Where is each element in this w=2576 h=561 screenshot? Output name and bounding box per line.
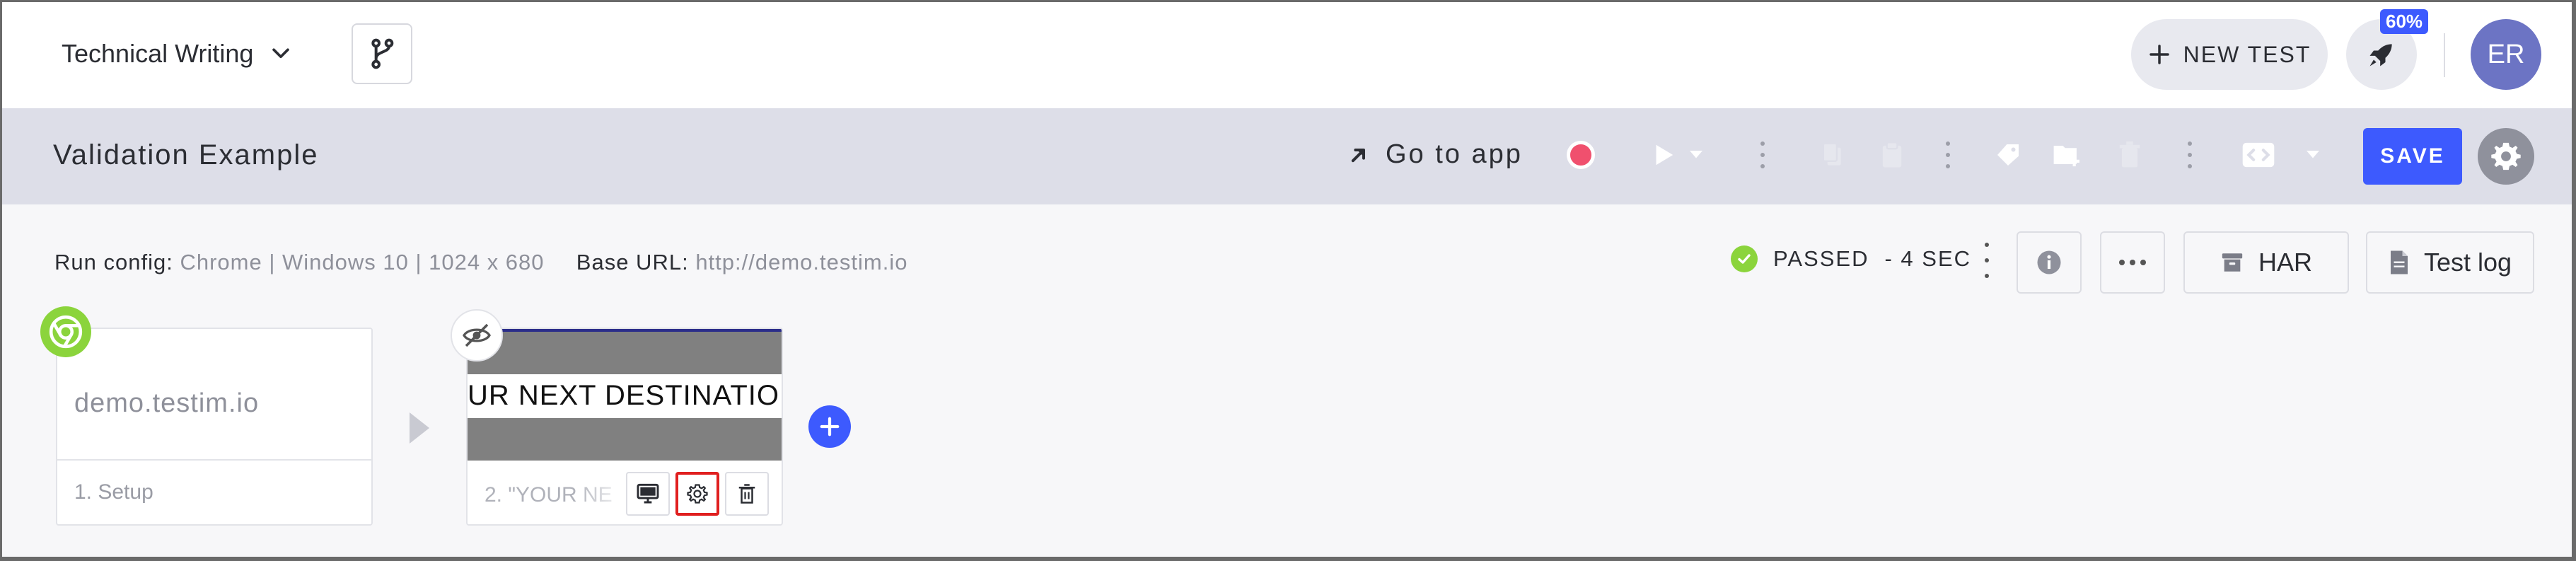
branch-button[interactable] [352, 23, 412, 84]
step-card-validation[interactable]: UR NEXT DESTINATIO 2. "YOUR NE [466, 328, 783, 526]
test-log-button[interactable]: Test log [2366, 231, 2534, 294]
delete-test-button[interactable] [2107, 132, 2152, 178]
more-options-button[interactable] [2100, 231, 2165, 294]
code-export-button[interactable] [2229, 132, 2288, 178]
arrow-up-right-icon [1351, 148, 1365, 162]
kebab-icon [2188, 141, 2192, 168]
chrome-icon [40, 306, 91, 357]
ellipsis-icon [2119, 260, 2146, 265]
top-bar: Technical Writing NEW TEST 60% ER [2, 2, 2572, 108]
more-menu-3[interactable] [2179, 132, 2200, 178]
rocket-icon [2369, 44, 2392, 66]
play-button[interactable] [1640, 132, 1686, 178]
new-test-label: NEW TEST [2183, 41, 2311, 67]
caret-down-icon [2307, 151, 2319, 158]
result-more-menu[interactable] [1978, 243, 1995, 278]
info-button[interactable] [2017, 231, 2082, 294]
step-screenshot-text: UR NEXT DESTINATIO [468, 380, 780, 411]
document-icon [2390, 250, 2408, 274]
folder-plus-icon [2053, 146, 2079, 167]
har-button[interactable]: HAR [2183, 231, 2349, 294]
add-to-folder-button[interactable] [2045, 132, 2090, 178]
step-screen-button[interactable] [626, 472, 670, 516]
notification-badge: 60% [2380, 9, 2429, 34]
test-header-bar: Validation Example Go to app SAVE [2, 108, 2572, 204]
kebab-icon [1946, 141, 1950, 168]
kebab-icon [1760, 141, 1765, 168]
caret-down-icon [1690, 151, 1702, 158]
step-delete-button[interactable] [725, 472, 769, 516]
copy-button[interactable] [1810, 132, 1855, 178]
step-arrow-icon [410, 412, 429, 444]
step-label: 1. Setup [74, 480, 153, 504]
paste-button[interactable] [1869, 132, 1915, 178]
har-label: HAR [2258, 248, 2312, 277]
save-button[interactable]: SAVE [2363, 128, 2462, 185]
tag-icon [1997, 144, 2019, 166]
record-icon [1567, 141, 1595, 169]
status-text: PASSED [1773, 246, 1869, 271]
step-url: demo.testim.io [74, 388, 260, 418]
step-settings-button[interactable] [675, 472, 719, 516]
more-menu-1[interactable] [1752, 132, 1773, 178]
project-selector[interactable]: Technical Writing [62, 39, 293, 69]
test-log-label: Test log [2423, 248, 2512, 277]
code-icon [2242, 142, 2275, 168]
record-button[interactable] [1558, 132, 1603, 178]
play-icon [1656, 144, 1673, 166]
divider [2444, 33, 2445, 77]
plus-icon [820, 417, 840, 436]
run-config: Run config: Chrome | Windows 10 | 1024 x… [54, 250, 907, 275]
git-branch-icon [371, 38, 394, 69]
hidden-eye-icon[interactable] [451, 309, 503, 362]
monitor-icon [637, 483, 659, 504]
test-name[interactable]: Validation Example [53, 139, 318, 171]
run-config-label: Run config: [54, 250, 173, 274]
label-button[interactable] [1985, 132, 2031, 178]
step-footer: 1. Setup [57, 459, 371, 524]
copy-icon [1822, 142, 1841, 166]
plus-icon [2149, 45, 2169, 64]
passed-check-icon [1731, 245, 1758, 272]
trash-icon [738, 484, 755, 504]
code-export-dropdown[interactable] [2301, 132, 2325, 178]
new-test-button[interactable]: NEW TEST [2131, 19, 2328, 90]
go-to-app-label: Go to app [1386, 139, 1523, 169]
app-window: Technical Writing NEW TEST 60% ER Valida… [0, 0, 2576, 561]
trash-icon [2119, 141, 2140, 168]
gear-icon [687, 484, 708, 504]
add-step-button[interactable] [808, 405, 851, 448]
go-to-app-button[interactable]: Go to app [1349, 139, 1523, 170]
step-card-setup[interactable]: demo.testim.io 1. Setup [56, 328, 373, 526]
base-url-label: Base URL: [576, 250, 689, 274]
avatar[interactable]: ER [2471, 19, 2541, 90]
test-result-status: PASSED - 4 SEC [1731, 245, 1971, 272]
base-url-value[interactable]: http://demo.testim.io [695, 250, 907, 274]
gear-icon [2491, 142, 2521, 170]
archive-icon [2222, 253, 2243, 272]
project-name: Technical Writing [62, 39, 254, 68]
clipboard-icon [1882, 141, 1902, 168]
duration-text: - 4 SEC [1884, 246, 1972, 271]
more-menu-2[interactable] [1937, 132, 1959, 178]
info-icon [2037, 250, 2061, 274]
chevron-down-icon [272, 48, 290, 59]
run-config-value: Chrome | Windows 10 | 1024 x 680 [180, 250, 545, 274]
test-settings-button[interactable] [2478, 128, 2534, 185]
step-screenshot: UR NEXT DESTINATIO [468, 329, 782, 461]
play-options-dropdown[interactable] [1684, 132, 1708, 178]
